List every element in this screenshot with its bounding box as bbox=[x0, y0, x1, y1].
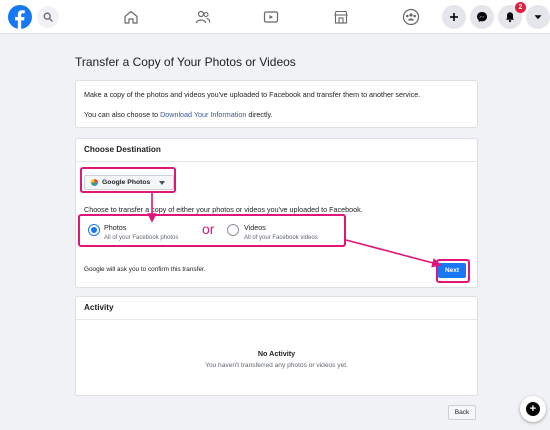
activity-card: Activity No Activity You haven't transfe… bbox=[75, 296, 478, 396]
notification-count-badge: 2 bbox=[515, 2, 526, 13]
friends-icon bbox=[195, 10, 211, 24]
download-your-information-link[interactable]: Download Your Information bbox=[160, 110, 246, 119]
back-button[interactable]: Back bbox=[448, 405, 476, 420]
marketplace-icon bbox=[334, 10, 348, 24]
nav-right-actions: 2 bbox=[442, 2, 550, 29]
activity-heading: Activity bbox=[76, 297, 477, 320]
intro-card: Make a copy of the photos and videos you… bbox=[75, 80, 478, 128]
messenger-icon bbox=[477, 12, 487, 22]
annotation-or-text: or bbox=[202, 221, 215, 237]
no-activity-subtitle: You haven't transferred any photos or vi… bbox=[205, 362, 348, 369]
annotation-box-next bbox=[436, 259, 470, 283]
intro-description: Make a copy of the photos and videos you… bbox=[84, 90, 421, 99]
account-menu-button[interactable] bbox=[526, 5, 550, 29]
top-navigation-bar: 2 bbox=[0, 0, 550, 34]
nav-watch[interactable] bbox=[258, 6, 284, 28]
search-icon bbox=[43, 12, 53, 22]
nav-marketplace[interactable] bbox=[328, 6, 354, 28]
intro-download-line: You can also choose to Download Your Inf… bbox=[84, 110, 273, 119]
nav-friends[interactable] bbox=[190, 6, 216, 28]
new-message-button[interactable]: + bbox=[520, 396, 546, 422]
account-menu-icon bbox=[534, 15, 542, 20]
annotation-box-dropdown bbox=[80, 167, 176, 193]
compose-icon: + bbox=[526, 402, 540, 416]
create-button[interactable] bbox=[442, 5, 466, 29]
choose-destination-card: Choose Destination Google Photos Choose … bbox=[75, 138, 478, 288]
notifications-button[interactable]: 2 bbox=[498, 2, 526, 29]
nav-groups[interactable] bbox=[398, 6, 424, 28]
main-nav bbox=[110, 0, 440, 34]
confirm-transfer-text: Google will ask you to confirm this tran… bbox=[84, 266, 206, 273]
choose-type-text: Choose to transfer a copy of either your… bbox=[84, 205, 363, 214]
watch-icon bbox=[263, 11, 279, 23]
choose-destination-heading: Choose Destination bbox=[76, 139, 477, 162]
notifications-icon bbox=[506, 12, 514, 23]
page-title: Transfer a Copy of Your Photos or Videos bbox=[75, 55, 296, 69]
home-icon bbox=[124, 10, 138, 24]
messenger-button[interactable] bbox=[470, 5, 494, 29]
facebook-logo[interactable] bbox=[8, 5, 32, 29]
create-icon bbox=[450, 13, 458, 21]
groups-icon bbox=[402, 8, 420, 26]
search-button[interactable] bbox=[37, 6, 59, 28]
no-activity-title: No Activity bbox=[257, 349, 296, 358]
nav-home[interactable] bbox=[118, 6, 144, 28]
